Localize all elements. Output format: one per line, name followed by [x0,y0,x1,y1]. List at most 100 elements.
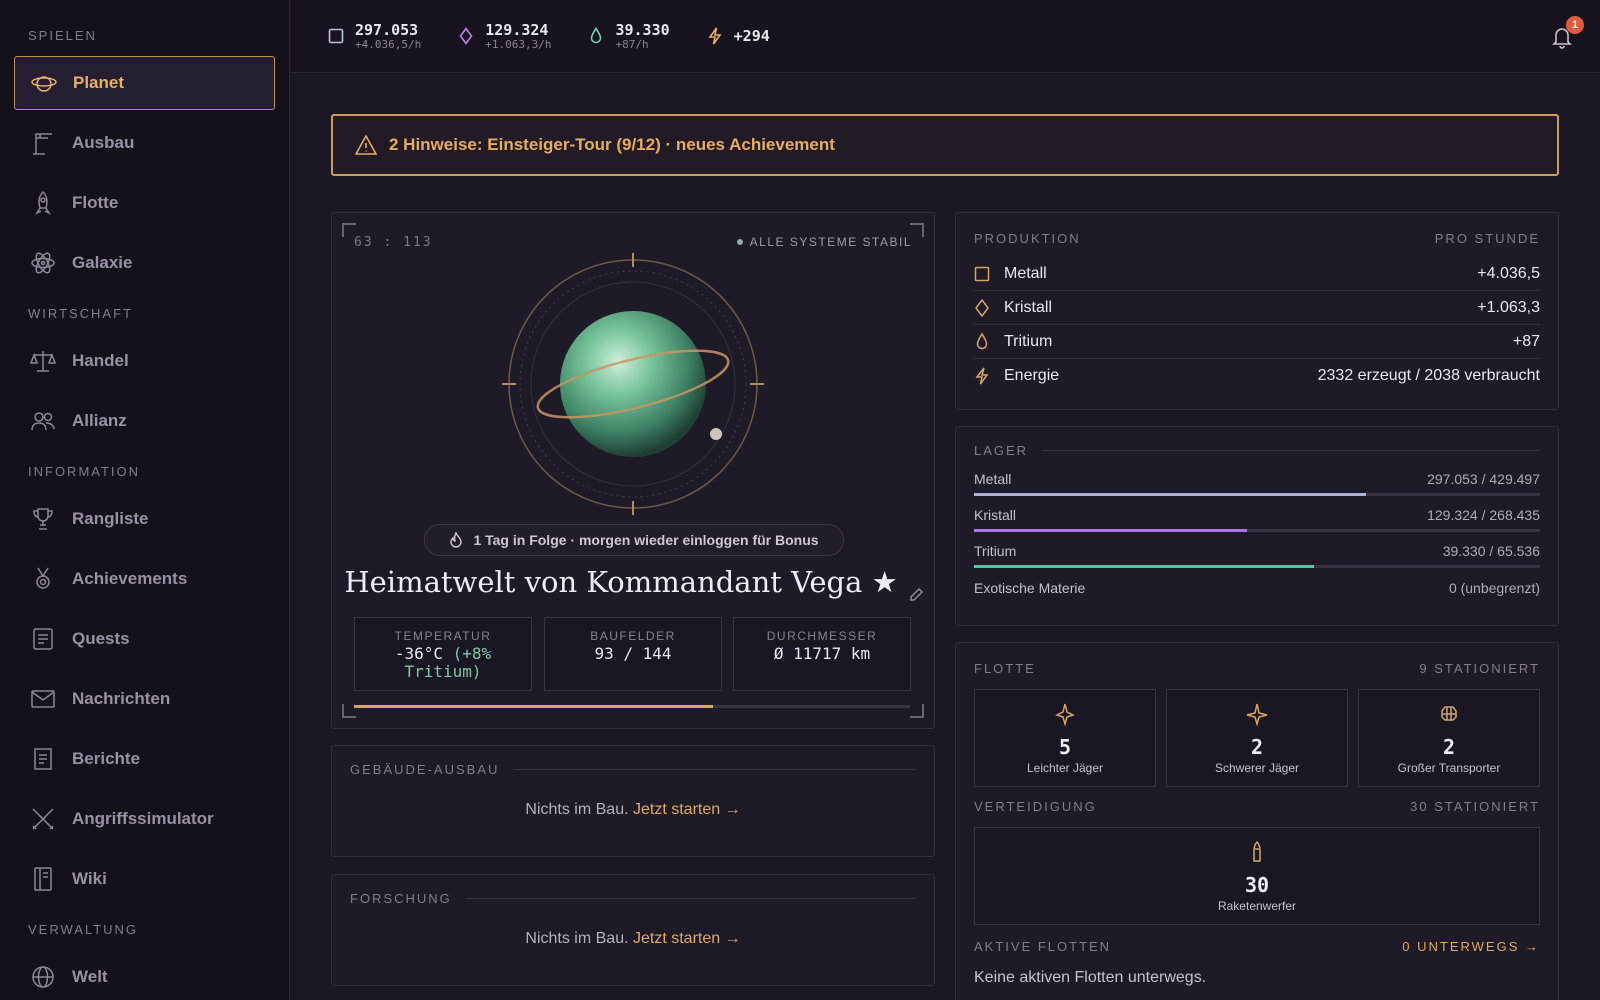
sidebar-item-allianz[interactable]: Allianz [14,394,275,448]
planet-visual[interactable] [502,253,764,515]
resource-energy[interactable]: +294 [706,27,770,45]
stat-label: DURCHMESSER [766,629,878,643]
production-value: +4.036,5 [1477,264,1540,282]
sidebar-item-label: Planet [73,73,125,92]
sidebar-item-rangliste[interactable]: Rangliste [14,492,275,546]
planet-icon [31,70,57,96]
notifications-button[interactable]: 1 [1550,16,1584,52]
active-fleets-header: AKTIVE FLOTTEN 0 UNTERWEGS → [974,939,1540,954]
unit-count: 2 [1442,735,1456,759]
fleet-card: FLOTTE 9 STATIONIERT 5 Leichter Jäger 2 S… [955,642,1559,1000]
unit-heavy-fighter[interactable]: 2 Schwerer Jäger [1166,689,1348,787]
sidebar-item-planet[interactable]: Planet [14,56,275,110]
users-icon [30,408,56,434]
stat-label: BAUFELDER [590,629,676,643]
sidebar-item-flotte[interactable]: Flotte [14,176,275,230]
metal-icon [327,27,345,45]
section-title: FORSCHUNG [350,891,916,906]
sidebar-item-ausbau[interactable]: Ausbau [14,116,275,170]
sidebar-section-title: INFORMATION [28,464,141,479]
fields-progress-bar [354,705,910,708]
unit-name: Raketenwerfer [1217,899,1297,913]
login-streak-badge[interactable]: 1 Tag in Folge · morgen wieder einloggen… [424,524,844,556]
resource-value: 297.053 [355,20,419,39]
production-value: +1.063,3 [1477,298,1540,316]
hints-text: 2 Hinweise: Einsteiger-Tour (9/12) · neu… [389,135,835,154]
storage-value: 297.053 / 429.497 [1427,471,1540,487]
stat-value: -36°C (+8% Tritium) [355,645,531,681]
crystal-icon [457,27,475,45]
storage-fill [974,565,1314,568]
production-label: Tritium [1004,332,1053,350]
section-title-text: LAGER [974,443,1029,458]
unit-count: 30 [1244,873,1270,897]
resource-value: +294 [733,27,770,45]
production-header: PRODUKTION PRO STUNDE [974,231,1540,246]
storage-fill [974,493,1366,496]
production-label: Kristall [1004,298,1053,316]
planet-card: 63 : 113 ALLE SYSTEME STABIL 1 Tag in Fo… [331,212,935,729]
sidebar-item-label: Welt [72,967,108,986]
sidebar-item-quests[interactable]: Quests [14,612,275,666]
atom-icon [30,250,56,276]
planet-coordinates: 63 : 113 [354,235,433,250]
hints-banner[interactable]: 2 Hinweise: Einsteiger-Tour (9/12) · neu… [331,114,1559,176]
sidebar-item-angriffssimulator[interactable]: Angriffssimulator [14,792,275,846]
sidebar-item-label: Rangliste [72,509,149,528]
rocket-launcher-icon [1253,840,1261,862]
tritium-icon [974,332,990,351]
resource-rate: +1.063,3/h [485,37,552,51]
empty-state: Nichts im Bau. Jetzt starten → [332,930,934,948]
storage-label: Tritium [974,543,1017,559]
sidebar-item-handel[interactable]: Handel [14,334,275,388]
divider [465,898,916,899]
edit-name-button[interactable] [908,576,924,601]
divider [1042,450,1540,451]
storage-label: Metall [974,471,1012,487]
resource-crystal[interactable]: 129.324 +1.063,3/h [457,22,551,51]
start-research-link[interactable]: Jetzt starten → [633,930,741,947]
resource-value: 39.330 [615,20,670,39]
unit-rocket-launcher[interactable]: 30 Raketenwerfer [974,827,1540,925]
sidebar-item-welt[interactable]: Welt [14,950,275,1000]
fleet-count: 9 STATIONIERT [1419,661,1540,676]
storage-card: LAGER Metall 297.053 / 429.497 Kristall 12… [955,426,1559,626]
unit-light-fighter[interactable]: 5 Leichter Jäger [974,689,1156,787]
stat-value: 93 / 144 [594,644,672,663]
sidebar-item-nachrichten[interactable]: Nachrichten [14,672,275,726]
empty-text: Nichts im Bau. [525,930,629,947]
defense-title: VERTEIDIGUNG [974,799,1097,814]
energy-icon [706,27,724,45]
storage-row-metal: Metall 297.053 / 429.497 [974,471,1540,487]
stat-label: TEMPERATUR [394,629,492,643]
sidebar-item-achievements[interactable]: Achievements [14,552,275,606]
unit-count: 5 [1058,735,1072,759]
production-row-crystal: Kristall +1.063,3 [974,291,1540,325]
start-building-link[interactable]: Jetzt starten → [633,801,741,818]
section-title: GEBÄUDE-AUSBAU [350,762,916,777]
temperature-value: -36°C [394,644,443,663]
sidebar-item-berichte[interactable]: Berichte [14,732,275,786]
storage-value: 0 (unbegrenzt) [1448,580,1540,596]
medal-icon [30,566,56,592]
resource-rate: +87/h [615,37,649,51]
resource-value: 129.324 [485,20,549,39]
crystal-icon [974,298,990,317]
resource-tritium[interactable]: 39.330 +87/h [587,20,670,51]
storage-value: 129.324 / 268.435 [1427,507,1540,523]
flame-icon [450,532,463,548]
section-title: LAGER [974,443,1540,458]
swords-icon [30,806,56,832]
resource-metal[interactable]: 297.053 +4.036,5/h [327,22,421,51]
defense-header: VERTEIDIGUNG 30 STATIONIERT [974,799,1540,814]
fleet-header: FLOTTE 9 STATIONIERT [974,661,1540,676]
unit-count: 2 [1250,735,1264,759]
sidebar-item-label: Achievements [72,569,188,588]
unit-large-transporter[interactable]: 2 Großer Transporter [1358,689,1540,787]
stat-value: Ø 11717 km [773,644,871,663]
sidebar-item-galaxie[interactable]: Galaxie [14,236,275,290]
unit-name: Leichter Jäger [1026,761,1104,775]
sidebar-item-wiki[interactable]: Wiki [14,852,275,906]
active-fleets-link[interactable]: 0 UNTERWEGS → [1402,939,1540,954]
rocket-icon [30,190,56,216]
